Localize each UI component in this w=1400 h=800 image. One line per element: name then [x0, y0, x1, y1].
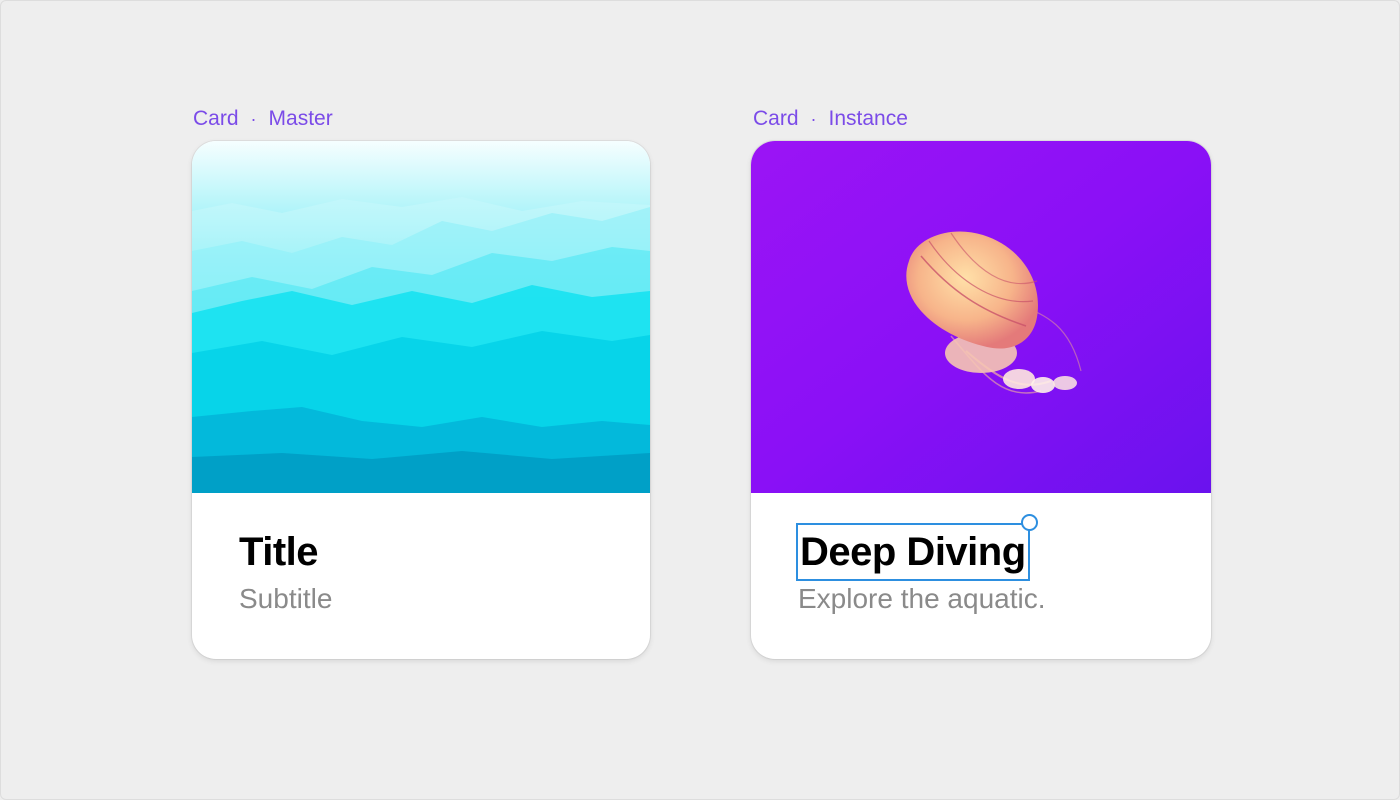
instance-card[interactable]: Deep Diving Explore the aquatic.	[751, 141, 1211, 659]
mountains-image	[192, 141, 650, 493]
instance-card-subtitle[interactable]: Explore the aquatic.	[798, 579, 1191, 619]
master-card-subtitle[interactable]: Subtitle	[239, 579, 630, 619]
design-canvas[interactable]: Card · Master Card · Instance Title Subt…	[0, 0, 1400, 800]
jellyfish-image	[751, 141, 1211, 493]
master-card-title[interactable]: Title	[239, 525, 630, 579]
instance-frame-label[interactable]: Card · Instance	[753, 107, 908, 131]
master-frame-label[interactable]: Card · Master	[193, 107, 333, 131]
master-label-kind: Master	[268, 107, 333, 130]
instance-label-component: Card	[753, 107, 799, 130]
instance-label-separator: ·	[810, 109, 817, 129]
instance-label-kind: Instance	[828, 107, 908, 130]
instance-card-body: Deep Diving Explore the aquatic.	[796, 514, 1191, 619]
master-card-body: Title Subtitle	[239, 525, 630, 619]
instance-card-title[interactable]: Deep Diving	[800, 530, 1026, 574]
resize-handle-icon[interactable]	[1020, 514, 1038, 531]
master-label-component: Card	[193, 107, 239, 130]
master-label-separator: ·	[250, 109, 257, 129]
master-card[interactable]: Title Subtitle	[192, 141, 650, 659]
selected-title-frame[interactable]: Deep Diving	[796, 514, 1038, 581]
